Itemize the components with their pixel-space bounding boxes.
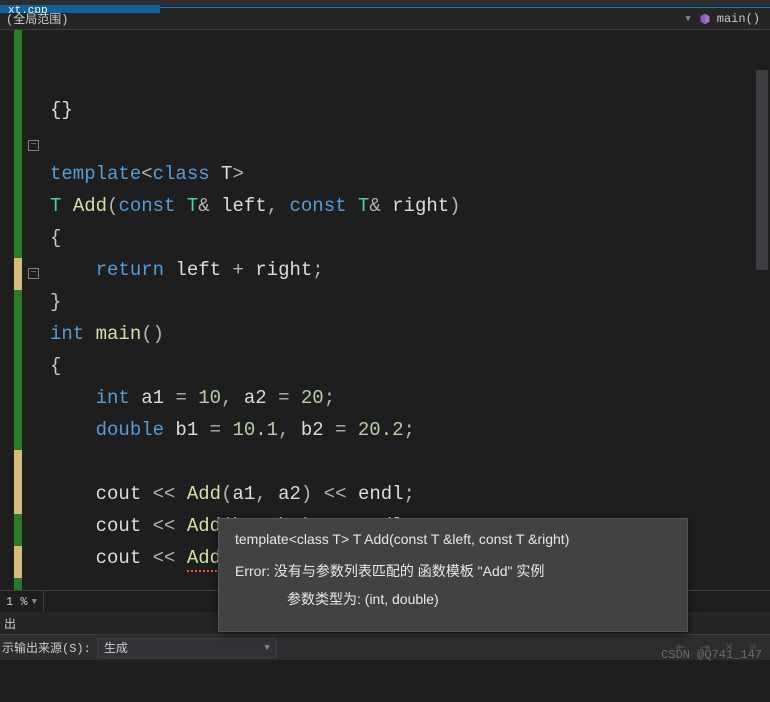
code-line[interactable]: int main() (50, 318, 770, 350)
code-line[interactable] (50, 126, 770, 158)
code-line[interactable]: template<class T> (50, 158, 770, 190)
code-line[interactable]: double b1 = 10.1, b2 = 20.2; (50, 414, 770, 446)
code-line[interactable]: } (50, 286, 770, 318)
code-line[interactable]: { (50, 222, 770, 254)
scope-dropdown-left[interactable]: (全局范围) (0, 10, 677, 27)
tooltip-error-line1: Error: 没有与参数列表匹配的 函数模板 "Add" 实例 (235, 561, 671, 581)
editor-gutter: −− (0, 30, 40, 600)
scope-bar: (全局范围) ▼ main() (0, 8, 770, 30)
tooltip-error-line2: 参数类型为: (int, double) (235, 589, 671, 609)
code-line[interactable]: { (50, 350, 770, 382)
tooltip-signature: template<class T> T Add(const T &left, c… (235, 531, 671, 547)
chevron-down-icon[interactable]: ▼ (260, 643, 269, 653)
code-line[interactable]: cout << Add(a1, a2) << endl; (50, 478, 770, 510)
output-source-dropdown[interactable]: 生成 ▼ (97, 638, 277, 658)
code-line[interactable]: {} (50, 94, 770, 126)
code-line[interactable]: int a1 = 10, a2 = 20; (50, 382, 770, 414)
fold-toggle-icon[interactable]: − (28, 140, 39, 151)
code-line[interactable]: T Add(const T& left, const T& right) (50, 190, 770, 222)
code-content[interactable]: {} template<class T>T Add(const T& left, … (40, 30, 770, 600)
output-source-label: 示输出来源(S): (2, 639, 91, 656)
fold-toggle-icon[interactable]: − (28, 268, 39, 279)
chevron-down-icon[interactable]: ▼ (28, 597, 37, 607)
code-line[interactable] (50, 446, 770, 478)
watermark: CSDN @Q741_147 (661, 648, 762, 662)
code-editor[interactable]: −− {}template<class T>T Add(const T& lef… (0, 30, 770, 600)
code-line[interactable]: return left + right; (50, 254, 770, 286)
zoom-level[interactable]: 1 % ▼ (0, 591, 44, 612)
scope-dropdown-right[interactable]: main() (699, 12, 770, 26)
output-toolbar: 示输出来源(S): 生成 ▼ ⇤ ⇥ ✕ ≡ (0, 634, 770, 660)
error-tooltip: template<class T> T Add(const T &left, c… (218, 518, 688, 632)
method-icon (699, 13, 711, 25)
scrollbar-thumb[interactable] (756, 70, 768, 270)
scope-function-label: main() (717, 12, 760, 26)
chevron-down-icon[interactable]: ▼ (677, 14, 698, 24)
